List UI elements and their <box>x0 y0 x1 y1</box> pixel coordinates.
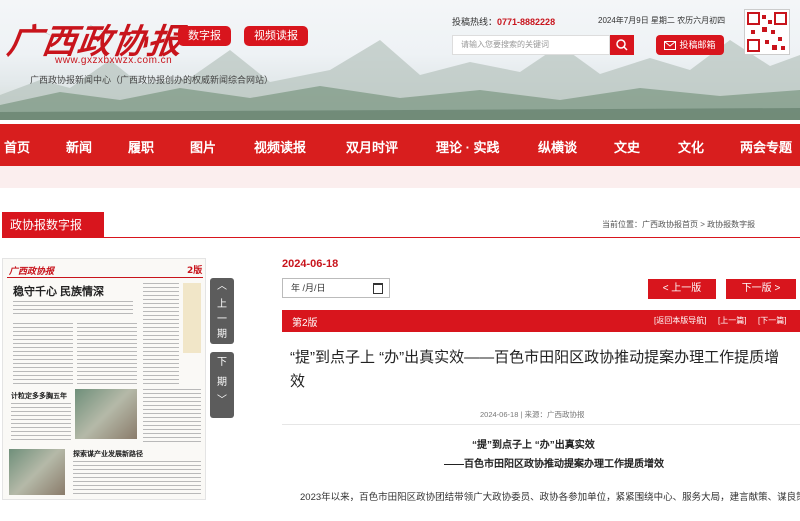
back-to-edition-link[interactable]: [返回本版导航] <box>654 315 706 326</box>
nav-item-photos[interactable]: 图片 <box>190 137 216 156</box>
nav-item-sessions[interactable]: 两会专题 <box>740 137 792 156</box>
paper-story-headline: 计粒定多多胸五年 <box>11 393 67 400</box>
nav-item-history[interactable]: 文史 <box>614 137 640 156</box>
paper-text-block <box>143 283 179 385</box>
nav-item-theory[interactable]: 理论 · 实践 <box>436 137 500 156</box>
nav-item-talks[interactable]: 纵横谈 <box>538 137 577 156</box>
hotline-label: 投稿热线： <box>452 17 498 27</box>
paper-sidebar-box <box>183 283 201 353</box>
edition-bar: 第2版 [返回本版导航] [上一篇] [下一篇] <box>282 310 800 332</box>
paper-text-block <box>77 323 137 385</box>
nav-item-home[interactable]: 首页 <box>4 137 30 156</box>
previous-article-link[interactable]: [上一篇] <box>718 315 746 326</box>
submit-email-button[interactable]: 投稿邮箱 <box>656 35 724 55</box>
paper-text-block <box>143 389 201 443</box>
previous-issue-button[interactable]: ︿ 上 一 期 <box>210 278 234 344</box>
qr-code <box>744 9 790 55</box>
section-divider <box>104 237 800 238</box>
up-chevron-icon: ︿ <box>217 281 227 292</box>
hotline-number: 0771-8882228 <box>497 17 556 27</box>
video-reading-button[interactable]: 视频读报 <box>244 26 308 46</box>
article-title: “提”到点子上 “办”出真实效——百色市田阳区政协推动提案办理工作提质增效 <box>290 349 780 390</box>
site-description: 广西政协报新闻中心（广西政协报创办的权威新闻综合网站） <box>30 75 274 85</box>
calendar-icon[interactable] <box>373 283 383 294</box>
breadcrumb: 当前位置：广西政协报首页 > 政协报数字报 <box>602 220 756 229</box>
paper-headline: 稳守千心 民族情深 <box>13 286 105 298</box>
paper-story-headline: 探索谋产业发展新路径 <box>73 451 143 458</box>
article-meta: 2024-06-18 | 来源：广西政协报 <box>480 410 585 419</box>
article-subtitle: “提”到点子上 “办”出真实效 <box>472 440 595 451</box>
nav-item-news[interactable]: 新闻 <box>66 137 92 156</box>
paper-photo <box>75 389 137 439</box>
paper-text-block <box>11 403 71 443</box>
previous-page-button[interactable]: < 上一版 <box>648 279 716 299</box>
paper-photo <box>9 449 65 495</box>
next-page-button[interactable]: 下一版 > <box>726 279 796 299</box>
date-picker-input[interactable]: 年 /月/日 <box>282 278 390 298</box>
next-char: 期 <box>217 377 227 388</box>
current-date: 2024年7月9日 星期二 农历六月初四 <box>598 16 726 25</box>
paper-text-block <box>13 323 73 385</box>
next-char: 下 <box>217 357 227 368</box>
submit-email-label: 投稿邮箱 <box>679 40 716 50</box>
section-title: 政协报数字报 <box>2 212 104 238</box>
prev-char: 一 <box>217 314 227 325</box>
newspaper-page-thumbnail[interactable]: 广西政协报 2版 稳守千心 民族情深 计粒定多多胸五年 探索谋产业发展新路径 <box>2 258 206 500</box>
prev-char: 上 <box>217 299 227 310</box>
article-subtitle-secondary: ——百色市田阳区政协推动提案办理工作提质增效 <box>444 459 664 470</box>
mail-icon <box>664 41 677 51</box>
hotline: 投稿热线：0771-8882228 <box>452 15 555 28</box>
next-article-link[interactable]: [下一篇] <box>758 315 786 326</box>
search-button[interactable] <box>610 35 634 55</box>
meta-divider <box>282 424 800 425</box>
article-body: 2023年以来，百色市田阳区政协团结带领广大政协委员、政协各参加单位，紧紧围绕中… <box>300 492 800 503</box>
paper-rule <box>7 277 203 278</box>
next-issue-button[interactable]: 下 期 ﹀ <box>210 352 234 418</box>
main-nav: 首页 新闻 履职 图片 视频读报 双月时评 理论 · 实践 纵横谈 文史 文化 … <box>0 124 800 166</box>
digital-paper-button[interactable]: 数字报 <box>178 26 231 46</box>
edition-label: 第2版 <box>292 318 318 329</box>
site-banner: 广西政协报 www.gxzxbxwzx.com.cn 广西政协报新闻中心（广西政… <box>0 0 800 120</box>
search-icon <box>616 39 628 51</box>
decorative-band <box>0 166 800 188</box>
nav-item-bimonthly[interactable]: 双月时评 <box>346 137 398 156</box>
down-chevron-icon: ﹀ <box>217 395 227 406</box>
paper-masthead: 广西政协报 <box>9 267 55 277</box>
nav-item-video[interactable]: 视频读报 <box>254 137 306 156</box>
site-url: www.gxzxbxwzx.com.cn <box>55 55 173 66</box>
search-input[interactable]: 请输入您要搜索的关键词 <box>452 35 610 55</box>
prev-char: 期 <box>217 329 227 340</box>
qr-code-icon <box>747 12 787 52</box>
date-picker-value: 年 /月/日 <box>291 283 326 293</box>
paper-text-block <box>13 301 133 317</box>
issue-date: 2024-06-18 <box>282 258 339 270</box>
paper-page-number: 2版 <box>187 266 203 276</box>
nav-item-duty[interactable]: 履职 <box>128 137 154 156</box>
nav-item-culture[interactable]: 文化 <box>678 137 704 156</box>
paper-text-block <box>73 461 201 497</box>
